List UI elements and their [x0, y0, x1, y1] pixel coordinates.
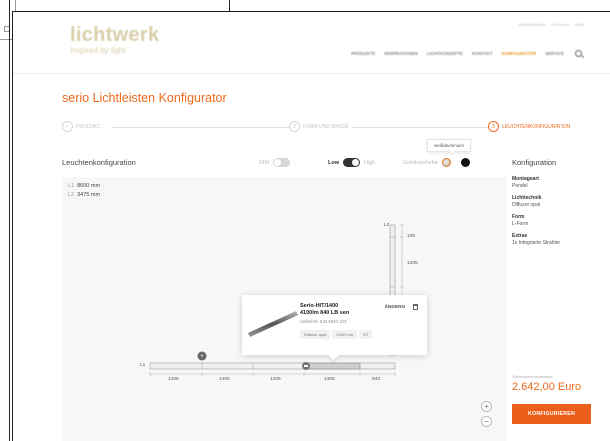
search-icon[interactable]: [575, 50, 582, 57]
step-label: LEUCHTENKONFIGURATION: [502, 123, 571, 130]
util-link[interactable]: de/at: [575, 22, 584, 27]
sidebar-title: Konfiguration: [512, 158, 557, 167]
svg-text:+: +: [200, 354, 204, 360]
high-label: High: [364, 159, 376, 166]
brand-logo[interactable]: lichtwerk: [70, 24, 159, 47]
dim-segment: 1405: [168, 377, 179, 382]
total-price: 2.642,00 Euro: [512, 381, 582, 393]
util-link[interactable]: ll-Account: [552, 22, 570, 27]
configuration-sidebar: Konfiguration Montageart Pendel Lichttec…: [512, 158, 592, 441]
nav-item-inspirationen[interactable]: INSPIRATIONEN: [384, 51, 417, 56]
dim-segment: 843: [372, 377, 381, 382]
dim-segment: 1405: [219, 377, 230, 382]
desktop-frame-line: [9, 0, 10, 441]
site-header: lichtwerk inspired by light Ändertestkon…: [13, 12, 610, 74]
housing-color-group: Gehäusefarbe: [403, 158, 470, 167]
page-title: serio Lichtleisten Konfigurator: [62, 91, 227, 105]
article-number: Artikel-Nr. 543 5044 103: [300, 319, 347, 324]
brand-tagline: inspired by light: [70, 46, 126, 55]
dim-vertical-top: 106: [407, 234, 416, 239]
tag: 1400 mm: [332, 330, 358, 339]
progress-stepper: ✓ PRODUKT 2 FORM UND MASSE 3 LEUCHTENKON…: [62, 120, 593, 136]
util-link[interactable]: Ändertestkonto: [519, 22, 546, 27]
dim-segment: 1405: [324, 377, 335, 382]
popup-product-title: Serio-HIT/1400 4100lm 840 LB sen: [300, 303, 349, 317]
popup-tags: Diffusor opal 1400 mm DT: [300, 330, 373, 339]
intensity-toggle-group: Low High: [328, 158, 375, 167]
product-name: Serio-HIT/1400: [300, 303, 339, 309]
luminaire-product-image: [248, 311, 298, 337]
step-connector: [112, 127, 290, 128]
config-item-form: Form L-Form: [512, 214, 592, 227]
config-value: 1x Integrierte Strahler: [512, 239, 561, 246]
dim-segment: 1405: [270, 377, 281, 382]
label-l2: L2: [384, 223, 390, 228]
zoom-out-button[interactable]: −: [481, 416, 492, 427]
config-item-extras: Extras 1x Integrierte Strahler: [512, 233, 592, 246]
product-spec: 4100lm 840 LB sen: [300, 310, 350, 316]
main-navigation: PRODUKTE INSPIRATIONEN LICHTKONZEPTE KON…: [351, 50, 582, 57]
config-item-lichttechnik: Lichttechnik Diffusor opal: [512, 195, 592, 208]
nav-item-kontakt[interactable]: KONTAKT: [472, 51, 493, 56]
config-item-montageart: Montageart Pendel: [512, 176, 592, 189]
step-number: 2: [289, 121, 300, 132]
step-leuchtenkonfiguration[interactable]: 3 LEUCHTENKONFIGURATION: [488, 121, 573, 132]
nav-item-produkte[interactable]: PRODUKTE: [351, 51, 375, 56]
swatch-black[interactable]: [460, 158, 470, 167]
dim-vertical-segment: 1405: [407, 261, 418, 266]
configure-button[interactable]: KONFIGURIEREN: [512, 404, 591, 424]
config-value: L-Form: [512, 220, 529, 227]
step-check-icon: ✓: [62, 121, 73, 132]
tag: DT: [359, 330, 373, 339]
zoom-in-button[interactable]: +: [481, 401, 492, 412]
trash-icon[interactable]: [413, 304, 418, 310]
low-high-toggle[interactable]: [343, 158, 360, 167]
nav-item-konfigurator[interactable]: KONFIGURATOR: [502, 51, 537, 56]
dim-toggle[interactable]: [273, 158, 291, 167]
label-l1: L1: [140, 363, 146, 368]
swatch-white-aluminium[interactable]: [441, 158, 451, 167]
luminaire-popup: Serio-HIT/1400 4100lm 840 LB sen Artikel…: [242, 295, 427, 361]
config-value: Diffusor opal: [512, 201, 540, 208]
config-value: Pendel: [512, 182, 528, 189]
section-label: Leuchtenkonfiguration: [62, 158, 136, 167]
step-label: FORM UND MASSE: [303, 123, 349, 130]
dim-toggle-group: DIM: [259, 158, 291, 167]
step-number: 3: [488, 121, 499, 132]
dim-label: DIM: [259, 159, 270, 166]
change-button[interactable]: ÄNDERN: [384, 305, 405, 310]
color-tooltip: weißaluminium: [427, 139, 472, 152]
step-label: PRODUKT: [76, 123, 101, 130]
utility-links: Ändertestkonto ll-Account de/at: [519, 22, 584, 27]
nav-item-service[interactable]: SERVICE: [545, 51, 564, 56]
nav-item-lichtkonzepte[interactable]: LICHTKONZEPTE: [427, 51, 463, 56]
step-produkt[interactable]: ✓ PRODUKT: [62, 121, 103, 132]
housing-color-label: Gehäusefarbe: [403, 159, 438, 166]
price-label: Systempreis/Installation*: [512, 375, 554, 379]
step-form-und-masse[interactable]: 2 FORM UND MASSE: [289, 121, 351, 132]
low-label: Low: [328, 159, 339, 166]
browser-window: lichtwerk inspired by light Ändertestkon…: [12, 11, 610, 441]
tag: Diffusor opal: [300, 330, 331, 339]
selected-lightbar-segment[interactable]: [303, 362, 361, 370]
